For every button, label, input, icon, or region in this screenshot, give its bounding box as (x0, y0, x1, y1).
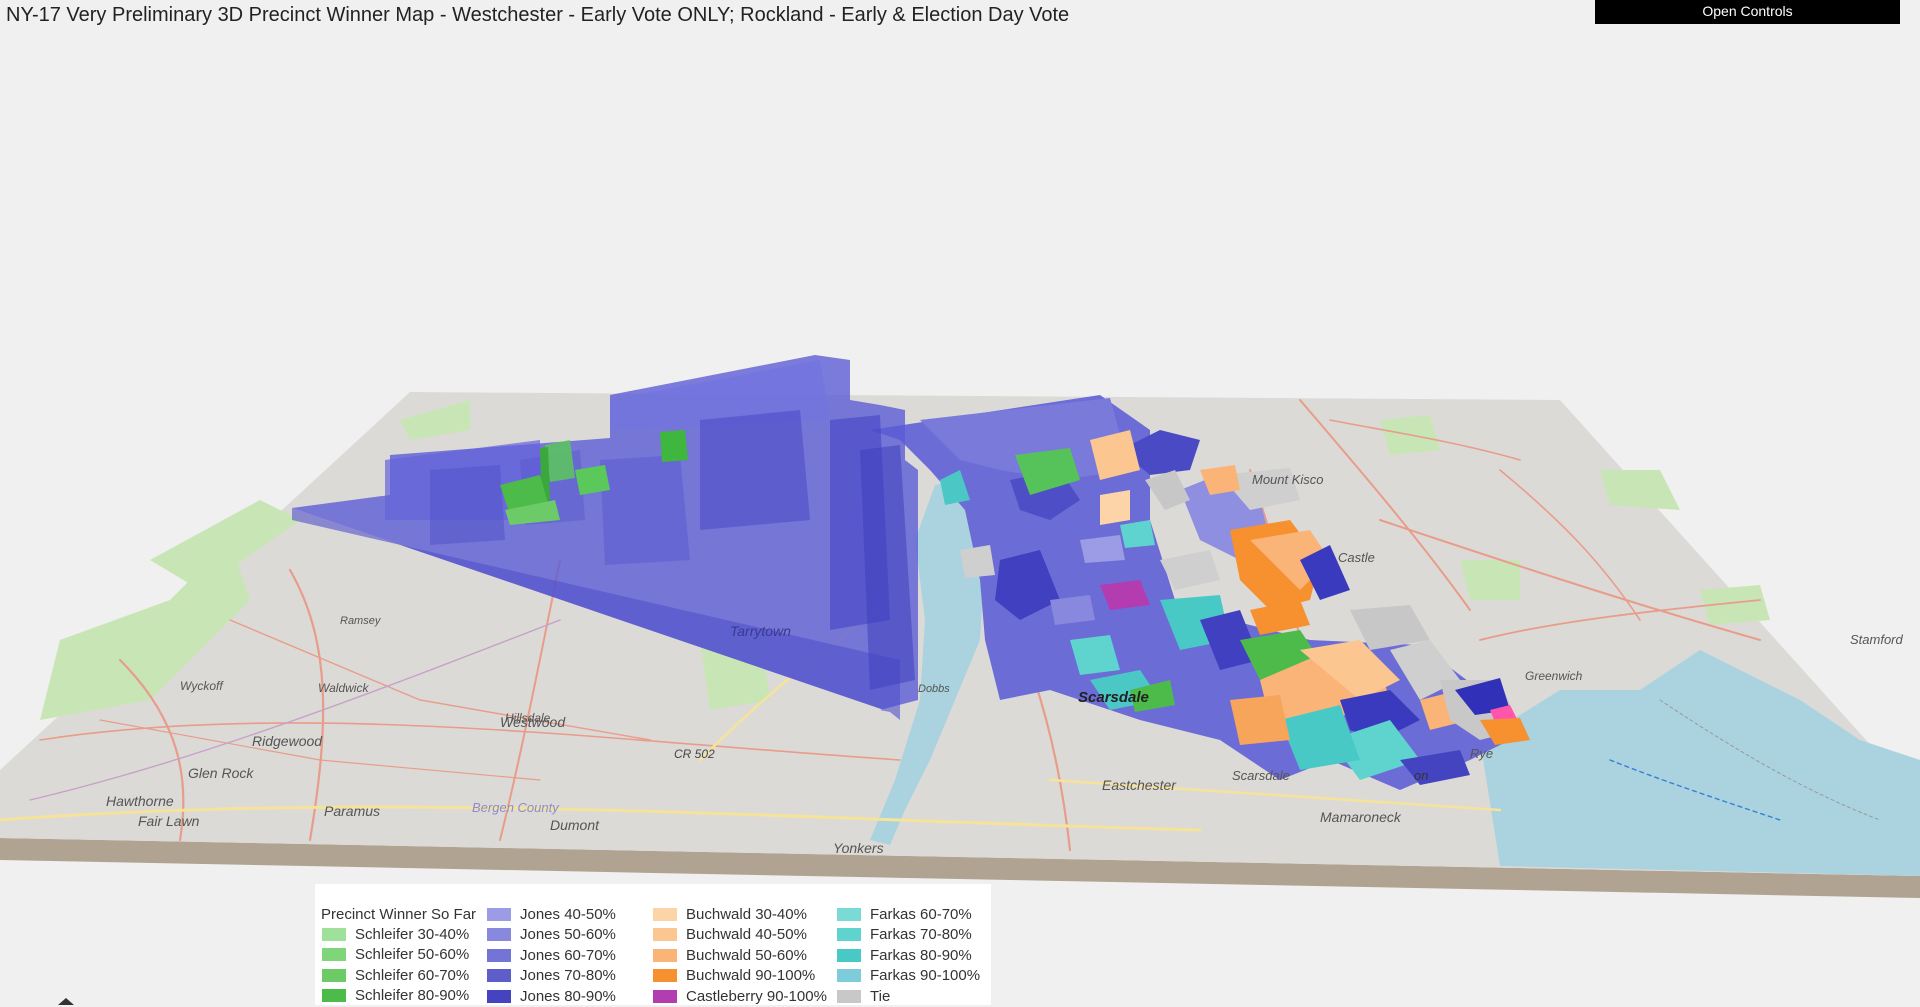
navigation-arrow-icon[interactable] (58, 998, 74, 1005)
place-label: Stamford (1850, 632, 1904, 647)
legend-item: Farkas 60-70% (837, 904, 980, 925)
legend-item: Farkas 70-80% (837, 925, 980, 946)
place-label: on (1414, 768, 1428, 783)
legend-column-buchwald: Buchwald 30-40% Buchwald 40-50% Buchwald… (653, 904, 827, 1007)
legend-item-label: Schleifer 50-60% (355, 946, 470, 964)
legend-swatch (322, 968, 346, 982)
legend-item-label: Tie (870, 987, 891, 1005)
legend-column-farkas: Farkas 60-70% Farkas 70-80% Farkas 80-90… (837, 904, 980, 1007)
legend-item-label: Jones 50-60% (520, 926, 616, 944)
legend-item-label: Jones 60-70% (520, 946, 616, 964)
legend-item: Jones 50-60% (487, 925, 616, 946)
legend-swatch (653, 928, 677, 942)
legend-item-label: Schleifer 30-40% (355, 925, 470, 943)
legend-item: Castleberry 90-100% (653, 986, 827, 1007)
legend-column-schleifer: Schleifer 30-40% Schleifer 50-60% Schlei… (322, 924, 469, 1006)
legend-swatch (653, 948, 677, 962)
legend-swatch (322, 948, 346, 962)
legend-item: Jones 60-70% (487, 945, 616, 966)
legend-item: Schleifer 50-60% (322, 945, 469, 966)
legend-swatch (837, 948, 861, 962)
legend-swatch (322, 927, 346, 941)
legend-swatch (837, 989, 861, 1003)
legend-column-jones: Jones 40-50% Jones 50-60% Jones 60-70% J… (487, 904, 616, 1007)
place-label: Scarsdale (1232, 768, 1290, 783)
legend-item-label: Jones 80-90% (520, 987, 616, 1005)
legend-swatch (837, 969, 861, 983)
legend-item-label: Buchwald 50-60% (686, 946, 807, 964)
legend-item: Buchwald 50-60% (653, 945, 827, 966)
place-label: Ramsey (340, 615, 382, 627)
legend-swatch (653, 989, 677, 1003)
place-label: Yonkers (833, 840, 884, 856)
legend-item-label: Buchwald 40-50% (686, 926, 807, 944)
place-label: Scarsdale (1078, 689, 1149, 706)
legend-item: Schleifer 30-40% (322, 924, 469, 945)
map-legend: Precinct Winner So Far Schleifer 30-40% … (315, 884, 991, 1005)
legend-swatch (653, 907, 677, 921)
place-label: Greenwich (1525, 669, 1583, 683)
legend-item: Buchwald 90-100% (653, 966, 827, 987)
place-label: Dumont (550, 817, 600, 833)
legend-item: Farkas 80-90% (837, 945, 980, 966)
legend-item: Schleifer 80-90% (322, 986, 469, 1007)
place-label: Westwood (500, 714, 566, 730)
place-label: Glen Rock (188, 765, 254, 781)
legend-item: Jones 40-50% (487, 904, 616, 925)
legend-title: Precinct Winner So Far (321, 906, 477, 923)
legend-item: Jones 80-90% (487, 986, 616, 1007)
legend-swatch (837, 928, 861, 942)
legend-swatch (487, 907, 511, 921)
place-label: Eastchester (1102, 777, 1177, 793)
legend-item: Farkas 90-100% (837, 966, 980, 987)
legend-item-label: Farkas 90-100% (870, 967, 981, 985)
legend-swatch (653, 969, 677, 983)
place-label: Ridgewood (252, 733, 323, 749)
legend-swatch (837, 907, 861, 921)
legend-item: Tie (837, 986, 980, 1007)
legend-item-label: Castleberry 90-100% (686, 987, 827, 1005)
legend-item: Buchwald 30-40% (653, 904, 827, 925)
place-label: Wyckoff (180, 679, 224, 693)
place-label: Fair Lawn (138, 813, 200, 829)
place-label: Bergen County (472, 800, 560, 815)
legend-item-label: Schleifer 60-70% (355, 966, 470, 984)
legend-item-label: Jones 40-50% (520, 905, 616, 923)
place-label: Mamaroneck (1320, 809, 1402, 825)
legend-item: Jones 70-80% (487, 966, 616, 987)
legend-swatch (322, 989, 346, 1003)
legend-item: Buchwald 40-50% (653, 925, 827, 946)
place-label: Castle (1338, 550, 1375, 565)
place-label: Waldwick (318, 681, 369, 695)
legend-item-label: Farkas 60-70% (870, 905, 972, 923)
legend-item-label: Buchwald 30-40% (686, 905, 807, 923)
legend-item-label: Buchwald 90-100% (686, 967, 816, 985)
place-label: Tarrytown (730, 623, 791, 639)
place-label: Dobbs (918, 683, 950, 695)
legend-swatch (487, 969, 511, 983)
legend-item-label: Jones 70-80% (520, 967, 616, 985)
place-label: Rye (1470, 746, 1493, 761)
legend-swatch (487, 948, 511, 962)
map-3d-view[interactable]: Mount Kisco Castle Scarsdale Scarsdale E… (0, 0, 1920, 1005)
legend-item-label: Farkas 70-80% (870, 926, 972, 944)
legend-swatch (487, 989, 511, 1003)
place-label: CR 502 (674, 747, 715, 761)
legend-item-label: Schleifer 80-90% (355, 987, 470, 1005)
legend-item: Schleifer 60-70% (322, 965, 469, 986)
legend-item-label: Farkas 80-90% (870, 946, 972, 964)
place-label: Hawthorne (106, 793, 174, 809)
place-label: Mount Kisco (1252, 472, 1324, 487)
legend-swatch (487, 928, 511, 942)
place-label: Paramus (324, 803, 380, 819)
